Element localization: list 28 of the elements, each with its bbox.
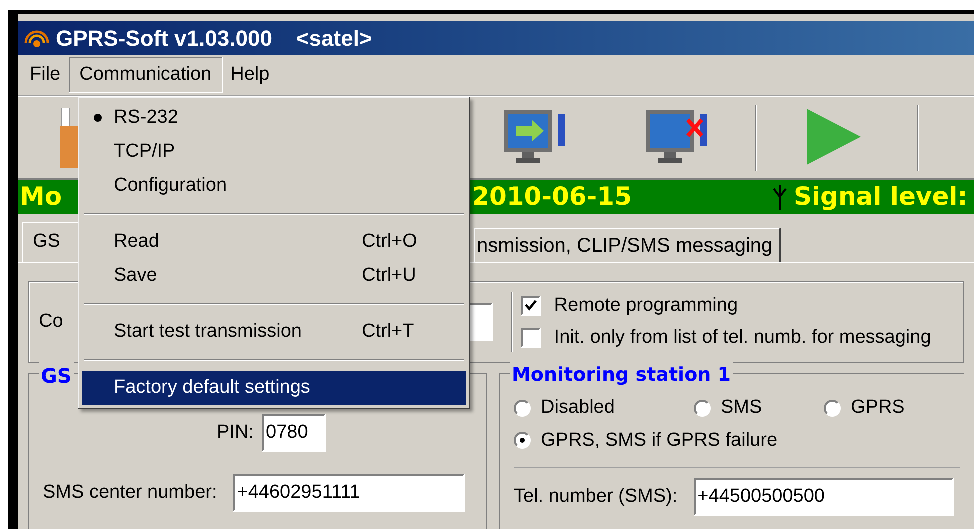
checkbox-label: Remote programming	[554, 294, 738, 318]
date-text: 2010-06-15	[472, 181, 632, 214]
pin-field[interactable]: 0780	[262, 414, 326, 452]
window-title: GPRS-Soft v1.03.000	[56, 24, 272, 52]
checkbox-label: Init. only from list of tel. numb. for messaging	[554, 326, 932, 350]
sms-center-field[interactable]: +44602951111	[233, 474, 466, 512]
radio-label: GPRS, SMS if GPRS failure	[541, 428, 778, 452]
menu-item[interactable]: Start test transmission Ctrl+T	[82, 315, 466, 349]
tel-number-field[interactable]: +44500500500	[694, 478, 954, 516]
menu-item[interactable]: TCP/IP	[82, 135, 466, 169]
menu-item[interactable]: Help	[222, 57, 278, 93]
tab[interactable]: nsmission, CLIP/SMS messaging	[474, 228, 781, 262]
menu-item[interactable]: File	[22, 57, 69, 93]
module-label: Mo	[20, 181, 62, 214]
radio-label: GPRS	[851, 396, 905, 420]
field-label: Tel. number (SMS):	[514, 484, 678, 509]
field-label: SMS center number:	[43, 480, 218, 505]
window-subtitle: <satel>	[296, 24, 372, 52]
field-label: Co	[39, 310, 64, 334]
field-label: PIN:	[217, 420, 254, 445]
menu-item[interactable]: Save Ctrl+U	[82, 259, 466, 293]
menu-item[interactable]: Configuration	[82, 169, 466, 203]
radio-label: SMS	[721, 396, 762, 420]
signal-level-label: Signal level:	[794, 181, 968, 214]
menu-item[interactable]: Communication	[68, 57, 223, 93]
menu-item[interactable]: Factory default settings	[82, 371, 466, 405]
menu-item[interactable]: RS-232	[82, 101, 466, 135]
radio-label: Disabled	[541, 396, 615, 420]
